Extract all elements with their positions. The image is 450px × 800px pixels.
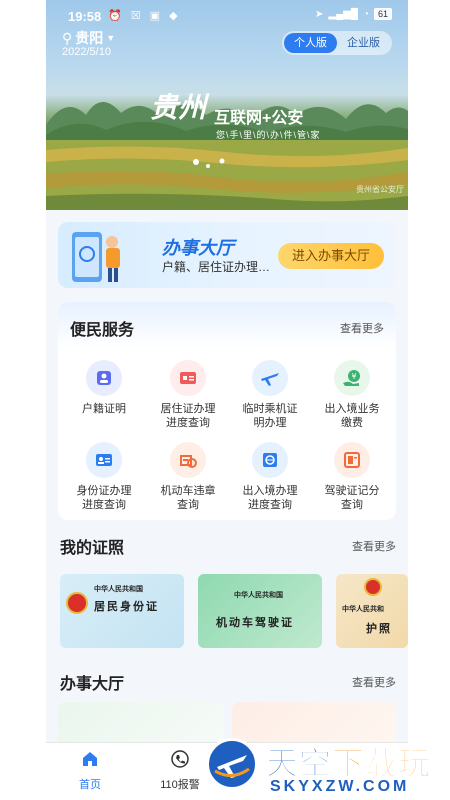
service-item-exit-progress[interactable]: 出入境办理 进度查询 (228, 442, 312, 512)
driver-license-icon (334, 442, 370, 478)
service-label-2: 进度查询 (166, 417, 210, 429)
cert-country: 中华人民共和 (342, 606, 384, 613)
app-screen: 19:58 ⏰ ☒ ▣ ◆ ➤ ▂▄▆█ ◔ 61 ⚲ 贵阳 ▼ 2022/5/… (46, 0, 408, 800)
office-hall-section-header: 办事大厅 查看更多 (58, 668, 396, 693)
service-label-2: 进度查询 (82, 499, 126, 511)
national-emblem-icon (364, 578, 382, 596)
convenience-service-section: 便民服务 查看更多 户籍证明 居住证办理 进度查询 临时乘机证明办理 ¥ 出入境… (58, 302, 396, 520)
service-more-link[interactable]: 查看更多 (340, 320, 384, 336)
wifi-icon: ◔ (362, 8, 369, 20)
office-hall-title: 办事大厅 (162, 238, 234, 258)
service-item-household[interactable]: 户籍证明 (62, 360, 146, 416)
id-card-icon (86, 442, 122, 478)
service-label: 身份证办理 (76, 485, 132, 497)
chevron-down-icon: ▼ (106, 33, 116, 43)
status-time: 19:58 (68, 9, 102, 24)
nav-home-label: 首页 (79, 779, 101, 791)
notification-icons: ⏰ ☒ ▣ ◆ (108, 10, 181, 22)
cert-name: 居民身份证 (94, 601, 159, 613)
service-label-2: 查询 (341, 499, 363, 511)
certificate-card-passport[interactable]: 中华人民共和 护照 (336, 574, 408, 648)
service-item-flight[interactable]: 临时乘机证 明办理 (228, 360, 312, 430)
nav-home[interactable]: 首页 (60, 749, 120, 792)
service-item-exit-payment[interactable]: ¥ 出入境业务缴费 (310, 360, 394, 430)
site-watermark: 天空下载玩 SKYXZW.COM (200, 730, 450, 800)
service-label: 临时乘机证 (242, 403, 298, 415)
location-pin-icon: ⚲ (62, 29, 73, 46)
tab-enterprise[interactable]: 企业版 (337, 33, 390, 53)
residence-card-icon (170, 360, 206, 396)
watermark-logo-icon (206, 738, 258, 790)
banner-subtitle: 您\手\里\的\办\件\管\家 (216, 130, 321, 140)
banner-mark: 贵州省公安厅 (356, 185, 404, 194)
service-label: 出入境业务 (324, 403, 380, 415)
signal-icon: ▂▄▆█ (328, 8, 358, 20)
terraced-fields-illustration (46, 140, 408, 210)
hero-banner[interactable]: 19:58 ⏰ ☒ ▣ ◆ ➤ ▂▄▆█ ◔ 61 ⚲ 贵阳 ▼ 2022/5/… (46, 0, 408, 210)
service-label-2: 进度查询 (248, 499, 292, 511)
hall-title: 办事大厅 (60, 676, 125, 693)
right-margin (408, 0, 450, 800)
service-label: 户籍证明 (82, 403, 126, 415)
certificate-card-idcard[interactable]: 中华人民共和国 居民身份证 (60, 574, 184, 648)
service-label: 机动车违章 (160, 485, 216, 497)
cert-name: 护照 (366, 623, 392, 635)
city-selector[interactable]: ⚲ 贵阳 ▼ (62, 28, 115, 48)
office-hall-banner[interactable]: 办事大厅 户籍、居住证办理… 进入办事大厅 (58, 222, 396, 288)
enter-office-hall-button[interactable]: 进入办事大厅 (278, 243, 384, 269)
service-label: 驾驶证记分 (324, 485, 380, 497)
service-label-2: 缴费 (341, 417, 363, 429)
edition-toggle[interactable]: 个人版 企业版 (282, 31, 392, 55)
service-item-license-points[interactable]: 驾驶证记分 查询 (310, 442, 394, 512)
hall-more-link[interactable]: 查看更多 (352, 674, 396, 690)
passport-progress-icon (252, 442, 288, 478)
my-certificates-header: 我的证照 查看更多 (58, 532, 396, 557)
service-label-2: 明办理 (253, 417, 287, 429)
left-margin (0, 0, 46, 800)
service-item-violation[interactable]: 机动车违章 查询 (146, 442, 230, 512)
phone-illustration (72, 232, 120, 282)
city-name: 贵阳 (75, 30, 104, 46)
watermark-title-b: 下载玩 (332, 745, 432, 782)
service-header: 便民服务 查看更多 (58, 302, 396, 348)
service-title: 便民服务 (70, 322, 135, 339)
location-arrow-icon: ➤ (314, 8, 324, 20)
cert-country: 中华人民共和国 (94, 586, 143, 593)
system-icons: ➤ ▂▄▆█ ◔ 61 (315, 8, 392, 20)
service-label-2: 查询 (177, 499, 199, 511)
service-label: 居住证办理 (160, 403, 216, 415)
battery-icon: 61 (373, 8, 392, 20)
household-icon (86, 360, 122, 396)
airplane-icon (252, 360, 288, 396)
home-icon (83, 752, 97, 766)
cert-name: 机动车驾驶证 (216, 617, 294, 629)
service-item-idcard[interactable]: 身份证办理 进度查询 (62, 442, 146, 512)
phone-icon (171, 750, 189, 768)
current-date: 2022/5/10 (62, 46, 111, 58)
service-label: 出入境办理 (242, 485, 298, 497)
status-bar: 19:58 ⏰ ☒ ▣ ◆ ➤ ▂▄▆█ ◔ 61 (46, 6, 408, 28)
service-item-residence[interactable]: 居住证办理 进度查询 (146, 360, 230, 430)
national-emblem-icon (66, 592, 88, 614)
certificate-card-driver[interactable]: 中华人民共和国 机动车驾驶证 (198, 574, 322, 648)
certificates-more-link[interactable]: 查看更多 (352, 538, 396, 554)
tab-personal[interactable]: 个人版 (284, 33, 337, 53)
office-hall-desc: 户籍、居住证办理… (162, 260, 271, 274)
vehicle-violation-icon (170, 442, 206, 478)
payment-icon: ¥ (334, 360, 370, 396)
watermark-title-a: 天空 (265, 745, 333, 782)
watermark-url: SKYXZW.COM (270, 778, 410, 795)
banner-province-title: 贵州 (150, 91, 207, 124)
svg-text:¥: ¥ (351, 372, 356, 381)
banner-title: 互联网+公安 (214, 110, 304, 127)
certificates-title: 我的证照 (60, 540, 125, 557)
cert-country: 中华人民共和国 (234, 592, 283, 599)
